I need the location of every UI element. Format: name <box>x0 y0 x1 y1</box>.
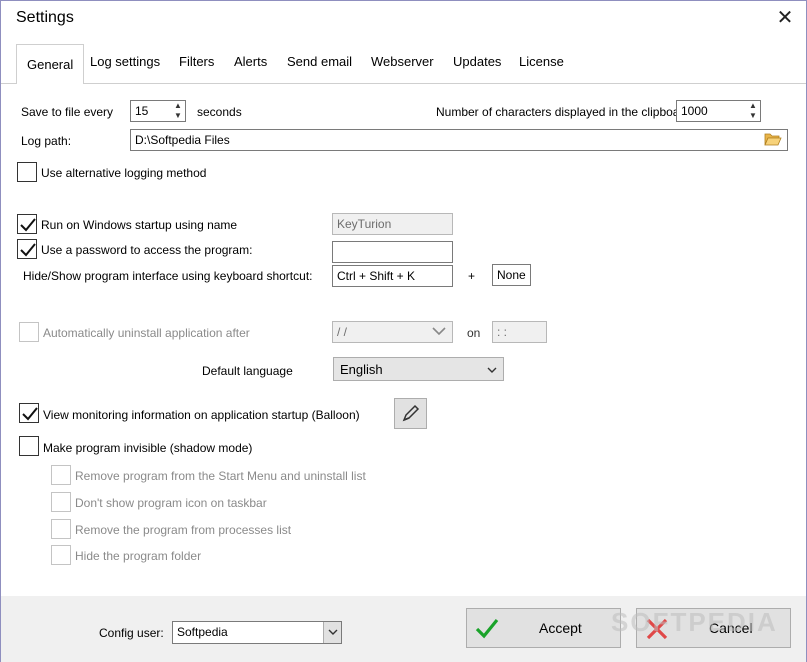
tab-alerts[interactable]: Alerts <box>234 54 267 69</box>
on-label: on <box>467 326 481 340</box>
edit-balloon-button[interactable] <box>394 398 427 429</box>
clipboard-chars-stepper[interactable]: 1000 ▲ ▼ <box>676 100 761 122</box>
cancel-label: Cancel <box>709 620 753 636</box>
cancel-button[interactable]: Cancel <box>636 608 791 648</box>
save-interval-stepper[interactable]: 15 ▲ ▼ <box>130 100 186 122</box>
uninstall-date-value: / / <box>337 325 348 339</box>
window-title: Settings <box>16 9 74 26</box>
language-select[interactable]: English <box>333 357 504 381</box>
tab-general[interactable]: General <box>16 44 85 85</box>
language-value: English <box>340 362 383 377</box>
save-interval-value: 15 <box>135 104 149 118</box>
remove-start-checkbox[interactable] <box>51 465 71 485</box>
use-password-checkbox[interactable] <box>17 239 37 259</box>
checkmark-icon <box>20 243 36 257</box>
use-password-label: Use a password to access the program: <box>41 243 253 257</box>
uninstall-time-input[interactable]: : : <box>492 321 547 343</box>
chevron-down-icon <box>432 325 446 339</box>
config-user-label: Config user: <box>99 626 164 640</box>
footer-bar: Config user: Softpedia Accept Cancel <box>1 596 806 662</box>
checkmark-icon <box>20 218 36 232</box>
checkmark-icon <box>475 617 499 642</box>
run-startup-label: Run on Windows startup using name <box>41 218 238 232</box>
hide-folder-checkbox[interactable] <box>51 545 71 565</box>
log-path-input[interactable]: D:\Softpedia Files <box>130 129 788 151</box>
clipboard-chars-value: 1000 <box>681 104 708 118</box>
shortcut-input[interactable]: Ctrl + Shift + K <box>332 265 453 287</box>
view-monitoring-label: View monitoring information on applicati… <box>43 408 360 422</box>
auto-uninstall-checkbox[interactable] <box>19 322 39 342</box>
spin-arrows-icon[interactable]: ▲ ▼ <box>171 101 185 121</box>
plus-sign: + <box>468 269 476 283</box>
auto-uninstall-label: Automatically uninstall application afte… <box>43 326 250 340</box>
invisible-mode-checkbox[interactable] <box>19 436 39 456</box>
close-icon[interactable]: ✕ <box>772 5 798 31</box>
tab-license[interactable]: License <box>519 54 564 69</box>
config-user-select[interactable]: Softpedia <box>172 621 342 644</box>
view-monitoring-checkbox[interactable] <box>19 403 39 423</box>
shortcut-extra-input[interactable]: None <box>492 264 531 286</box>
tab-filters[interactable]: Filters <box>179 54 214 69</box>
run-startup-checkbox[interactable] <box>17 214 37 234</box>
chevron-down-icon <box>487 363 497 378</box>
title-bar: Settings ✕ <box>1 1 806 37</box>
alt-logging-checkbox[interactable] <box>17 162 37 182</box>
log-path-value: D:\Softpedia Files <box>135 133 230 147</box>
no-taskbar-checkbox[interactable] <box>51 492 71 512</box>
settings-window: Settings ✕ General Log settings Filters … <box>0 0 807 662</box>
remove-processes-checkbox[interactable] <box>51 519 71 539</box>
checkmark-icon <box>22 407 38 421</box>
remove-processes-label: Remove the program from processes list <box>75 523 292 537</box>
x-mark-icon <box>645 617 669 644</box>
accept-button[interactable]: Accept <box>466 608 621 648</box>
invisible-mode-label: Make program invisible (shadow mode) <box>43 441 253 455</box>
clipboard-chars-label: Number of characters displayed in the cl… <box>436 105 691 119</box>
accept-label: Accept <box>539 620 582 636</box>
startup-name-input[interactable]: KeyTurion <box>332 213 453 235</box>
tab-updates[interactable]: Updates <box>453 54 501 69</box>
config-user-value: Softpedia <box>177 625 228 639</box>
hide-folder-label: Hide the program folder <box>75 549 202 563</box>
uninstall-date-picker[interactable]: / / <box>332 321 453 343</box>
general-panel: Save to file every 15 ▲ ▼ seconds Number … <box>1 84 806 596</box>
password-input[interactable] <box>332 241 453 263</box>
default-language-label: Default language <box>202 364 293 378</box>
alt-logging-label: Use alternative logging method <box>41 166 207 180</box>
tab-webserver[interactable]: Webserver <box>371 54 434 69</box>
tab-send-email[interactable]: Send email <box>287 54 352 69</box>
log-path-label: Log path: <box>21 134 72 148</box>
folder-open-icon[interactable] <box>764 132 782 150</box>
remove-start-label: Remove program from the Start Menu and u… <box>75 469 366 483</box>
save-interval-unit: seconds <box>197 105 242 119</box>
tab-log-settings[interactable]: Log settings <box>90 54 160 69</box>
no-taskbar-label: Don't show program icon on taskbar <box>75 496 267 510</box>
chevron-down-icon[interactable] <box>323 622 341 643</box>
save-interval-label: Save to file every <box>21 105 114 119</box>
spin-arrows-icon[interactable]: ▲ ▼ <box>746 101 760 121</box>
shortcut-label: Hide/Show program interface using keyboa… <box>23 269 313 283</box>
pencil-icon <box>402 404 420 422</box>
tab-bar: General Log settings Filters Alerts Send… <box>1 44 806 85</box>
